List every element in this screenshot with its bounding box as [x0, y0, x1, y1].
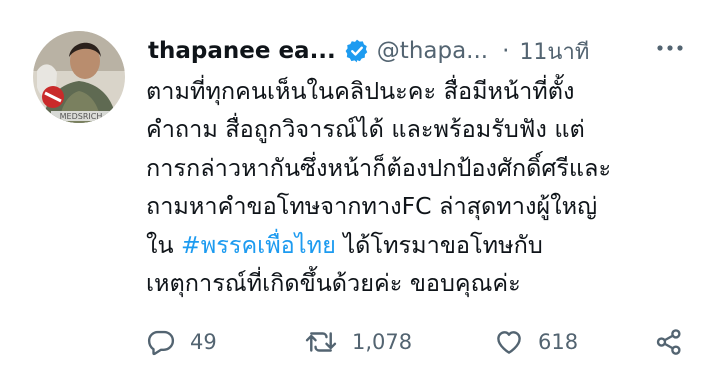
reply-count: 49 [190, 330, 217, 354]
share-icon [654, 327, 684, 357]
verified-badge-icon [344, 38, 370, 64]
tweet-text: ตามที่ทุกคนเห็นในคลิปนะคะ สื่อมีหน้าที่ต… [146, 72, 706, 302]
separator-dot: · [502, 38, 510, 64]
tweet-text-line: เหตุการณ์ที่เกิดขึ้นด้วยค่ะ ขอบคุณค่ะ [146, 269, 521, 298]
tweet-text-line: คำถาม สื่อถูกวิจารณ์ได้ และพร้อมรับฟัง แ… [146, 115, 585, 144]
reply-button[interactable]: 49 [146, 325, 217, 359]
author-handle[interactable]: @thapa... [377, 38, 488, 64]
action-bar: 49 1,078 618 [146, 325, 706, 359]
retweet-button[interactable]: 1,078 [304, 325, 412, 359]
reply-icon [146, 327, 176, 357]
tweet-text-fragment: ได้โทรมาขอโทษกับ [335, 230, 543, 259]
avatar[interactable]: MEDSRICH [33, 31, 125, 123]
tweet-text-fragment: ใน [146, 230, 182, 259]
author-name[interactable]: thapanee ea... [148, 38, 336, 64]
retweet-count: 1,078 [352, 330, 413, 354]
tweet-text-line: การกล่าวหากันซึ่งหน้าก็ต้องปกป้องศักดิ์ศ… [146, 153, 612, 182]
heart-icon [494, 327, 524, 357]
tweet-text-line: ถามหาคำขอโทษจากทางFC ล่าสุดทางผู้ใหญ่ [146, 192, 598, 221]
retweet-icon [304, 327, 338, 357]
timestamp[interactable]: 11นาที [519, 34, 589, 69]
tweet-header: thapanee ea... @thapa... · 11นาที [148, 34, 589, 68]
tweet-text-line: ตามที่ทุกคนเห็นในคลิปนะคะ สื่อมีหน้าที่ต… [146, 77, 575, 105]
like-count: 618 [538, 330, 579, 354]
avatar-caption: MEDSRICH [60, 112, 103, 121]
like-button[interactable]: 618 [494, 325, 578, 359]
more-options-icon[interactable] [652, 38, 688, 58]
hashtag-link[interactable]: #พรรคเพื่อไทย [181, 231, 336, 259]
share-button[interactable] [654, 325, 684, 359]
tweet-text-line: ใน #พรรคเพื่อไทย ได้โทรมาขอโทษกับ [146, 226, 706, 264]
